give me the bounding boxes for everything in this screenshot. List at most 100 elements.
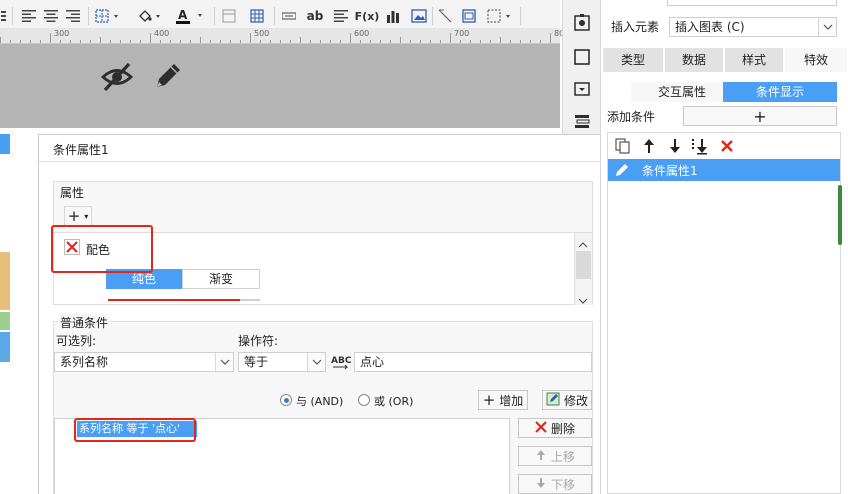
ruler-tick — [90, 40, 91, 43]
scroll-up-icon[interactable] — [578, 237, 588, 251]
ruler-tick — [200, 37, 201, 43]
normal-condition-title: 普通条件 — [58, 314, 111, 331]
or-radio[interactable] — [358, 394, 370, 406]
add-button[interactable]: + 增加 — [478, 390, 528, 410]
chevron-down-icon[interactable] — [307, 353, 325, 371]
chevron-down-icon[interactable] — [818, 18, 836, 36]
tab-effects[interactable]: 特效 — [785, 48, 847, 72]
attribute-scrollbar[interactable] — [574, 233, 592, 305]
ruler-tick — [440, 40, 441, 43]
insert-chart-select[interactable]: 插入图表 (C) — [669, 17, 837, 37]
plus-icon: + — [482, 391, 496, 409]
add-condition-button[interactable]: + — [683, 106, 837, 126]
ruler-tick — [550, 33, 551, 43]
ruler-tick — [140, 40, 141, 43]
normal-condition-group: 普通条件 可选列: 操作符: 系列名称 等于 ABC 点心 与 (AND) 或 … — [53, 314, 593, 494]
table-icon[interactable] — [248, 6, 266, 26]
move-up-icon[interactable] — [640, 137, 658, 155]
attribute-section-title: 属性 — [58, 184, 87, 201]
square-icon[interactable] — [573, 48, 591, 66]
ruler-tick — [500, 37, 501, 43]
operator-label: 操作符: — [238, 334, 279, 348]
chart-canvas[interactable] — [0, 44, 560, 128]
ruler-tick — [40, 40, 41, 43]
ruler-tick — [160, 40, 161, 43]
ruler-tick — [120, 40, 121, 43]
ruler-tick — [280, 40, 281, 43]
move-down-button[interactable]: 下移 — [518, 474, 592, 494]
scroll-down-icon[interactable] — [578, 293, 588, 307]
ruler-tick — [310, 40, 311, 43]
frame-icon[interactable] — [460, 6, 478, 26]
ruler-tick — [130, 40, 131, 43]
delete-button-label: 删除 — [550, 421, 575, 436]
dropdown-box-icon[interactable] — [573, 80, 591, 98]
add-attribute-button[interactable]: + ▾ — [64, 206, 92, 226]
fill-color-icon[interactable] — [136, 6, 166, 26]
move-bottom-icon[interactable] — [690, 137, 710, 155]
tab-data[interactable]: 数据 — [665, 48, 723, 72]
color-swatch[interactable] — [108, 299, 240, 301]
ruler-tick — [320, 40, 321, 43]
move-up-button[interactable]: 上移 — [518, 446, 592, 466]
align-right-icon[interactable] — [64, 6, 82, 26]
edit-icon[interactable] — [612, 161, 632, 179]
separator-icon[interactable] — [280, 6, 298, 26]
value-input-text: 点心 — [360, 355, 385, 369]
ruler-tick — [410, 40, 411, 43]
widget-settings-icon[interactable] — [573, 14, 591, 32]
scrollbar-thumb[interactable] — [576, 251, 591, 279]
chevron-down-icon[interactable] — [215, 353, 233, 371]
text-icon[interactable]: ab — [304, 6, 326, 26]
align-center-icon[interactable] — [42, 6, 60, 26]
ruler-tick — [250, 33, 251, 43]
align-left-icon[interactable] — [20, 6, 38, 26]
hide-icon[interactable] — [100, 60, 134, 94]
ruler-tick — [210, 40, 211, 43]
modify-button[interactable]: 修改 — [542, 390, 592, 410]
paragraph-icon[interactable] — [332, 6, 350, 26]
tab-style[interactable]: 样式 — [725, 48, 783, 72]
tab-interaction-properties[interactable]: 交互属性 — [631, 82, 733, 102]
border-icon[interactable] — [94, 6, 124, 26]
ruler-tick — [240, 40, 241, 43]
edit-pencil-icon[interactable] — [150, 58, 186, 94]
column-select[interactable]: 系列名称 — [54, 352, 234, 372]
move-up-label: 上移 — [550, 449, 575, 464]
ruler-tick — [290, 40, 291, 43]
ruler-tick — [30, 40, 31, 43]
font-color-icon[interactable]: A — [174, 6, 208, 26]
operator-select-value: 等于 — [244, 355, 269, 369]
operator-select[interactable]: 等于 — [238, 352, 326, 372]
ruler-tick — [300, 37, 301, 43]
delete-icon[interactable] — [718, 137, 736, 155]
format-icon[interactable] — [0, 6, 8, 26]
abc-type-icon[interactable]: ABC — [330, 352, 352, 372]
select-frame-icon[interactable] — [486, 6, 516, 26]
layers-icon[interactable] — [573, 112, 591, 130]
right-properties-panel: 插入元素 插入图表 (C) 类型 数据 样式 特效 交互属性 条件显示 添加条件… — [600, 0, 848, 494]
ruler-tick — [370, 40, 371, 43]
delete-icon — [535, 420, 547, 436]
value-input[interactable]: 点心 — [354, 352, 592, 372]
tab-type[interactable]: 类型 — [603, 48, 663, 72]
cell-icon[interactable] — [220, 6, 238, 26]
insert-element-label: 插入元素 — [611, 20, 660, 34]
tab-gradient[interactable]: 渐变 — [182, 269, 260, 289]
image-icon[interactable] — [410, 6, 428, 26]
move-down-icon[interactable] — [666, 137, 684, 155]
svg-text:A: A — [178, 8, 188, 22]
ruler-tick — [80, 40, 81, 43]
slash-icon[interactable] — [436, 6, 454, 26]
formula-icon[interactable]: F(x) — [355, 6, 380, 26]
delete-button[interactable]: 删除 — [518, 418, 592, 438]
tab-conditional-display[interactable]: 条件显示 — [723, 82, 837, 102]
and-radio[interactable] — [280, 394, 292, 406]
scrollbar-thumb[interactable] — [838, 185, 842, 245]
list-item[interactable]: 条件属性1 — [608, 159, 840, 181]
plus-icon: + — [753, 106, 767, 126]
ruler-label: 700 — [454, 29, 470, 38]
copy-icon[interactable] — [614, 137, 632, 155]
chart-icon[interactable] — [384, 6, 402, 26]
column-select-value: 系列名称 — [60, 355, 109, 369]
